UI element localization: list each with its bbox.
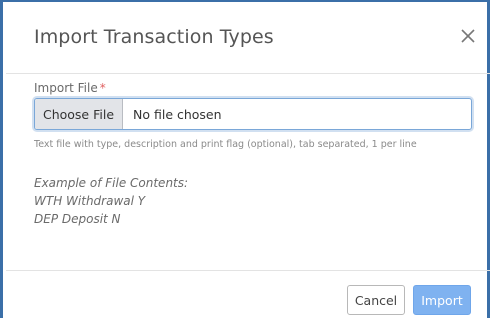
cancel-button[interactable]: Cancel (347, 285, 405, 315)
close-icon[interactable] (456, 24, 480, 48)
help-text: Text file with type, description and pri… (34, 139, 417, 150)
choose-file-button[interactable]: Choose File (35, 99, 123, 129)
import-dialog: Import Transaction Types Import File * Ch… (0, 0, 490, 318)
dialog-title: Import Transaction Types (34, 26, 274, 48)
example-line: DEP Deposit N (34, 212, 121, 226)
example-contents: Example of File Contents: WTH Withdrawal… (34, 174, 188, 228)
import-file-label: Import File * (34, 81, 106, 95)
required-asterisk: * (99, 81, 106, 95)
file-input[interactable]: Choose File No file chosen (34, 98, 472, 130)
file-status-text: No file chosen (133, 106, 222, 122)
import-button[interactable]: Import (413, 285, 471, 315)
import-file-label-text: Import File (34, 81, 98, 95)
dialog-header: Import Transaction Types (6, 4, 490, 74)
example-heading: Example of File Contents: (34, 176, 189, 190)
footer-divider (6, 270, 490, 271)
example-line: WTH Withdrawal Y (34, 194, 146, 208)
